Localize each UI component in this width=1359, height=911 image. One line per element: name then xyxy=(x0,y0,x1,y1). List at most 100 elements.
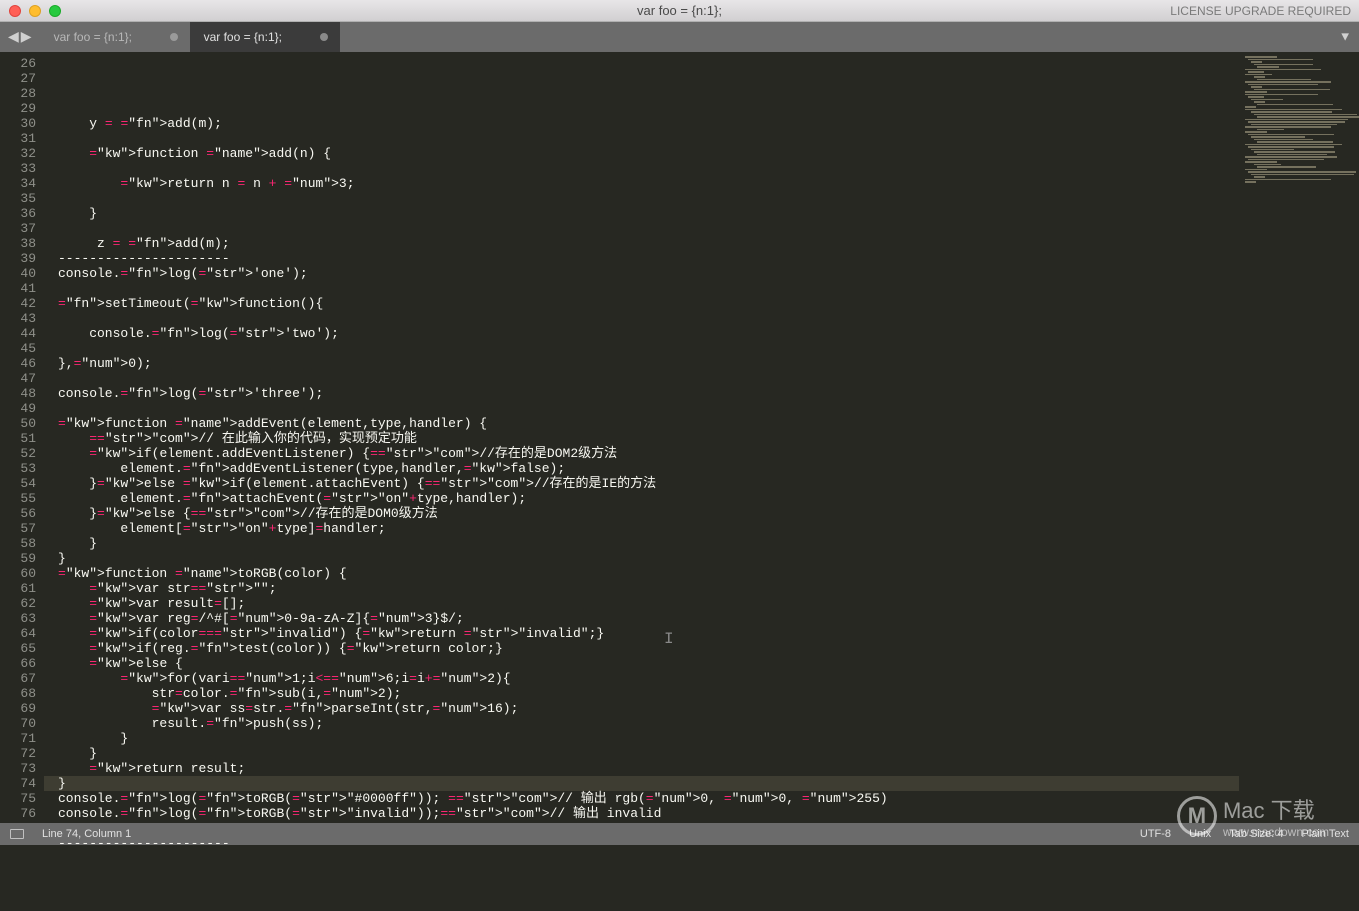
line-number: 34 xyxy=(0,176,36,191)
code-line: y = ="fn">add(m); xyxy=(58,116,1239,131)
code-line: } xyxy=(58,746,1239,761)
line-number: 31 xyxy=(0,131,36,146)
code-line xyxy=(58,221,1239,236)
line-number: 61 xyxy=(0,581,36,596)
code-line: console.="fn">log(="str">'two'); xyxy=(58,326,1239,341)
close-window-button[interactable] xyxy=(9,5,21,17)
tab-file-1[interactable]: var foo = {n:1}; xyxy=(40,22,190,52)
line-number: 69 xyxy=(0,701,36,716)
line-number: 44 xyxy=(0,326,36,341)
line-number: 28 xyxy=(0,86,36,101)
line-number: 47 xyxy=(0,371,36,386)
code-line: } xyxy=(58,731,1239,746)
code-line: }="kw">else ="kw">if(element.attachEvent… xyxy=(58,476,1239,491)
tab-file-2-active[interactable]: var foo = {n:1}; xyxy=(190,22,340,52)
line-number: 50 xyxy=(0,416,36,431)
line-number: 56 xyxy=(0,506,36,521)
code-line: ---------------------- xyxy=(58,836,1239,851)
code-line: ="kw">var ss=str.="fn">parseInt(str,="nu… xyxy=(58,701,1239,716)
line-number: 59 xyxy=(0,551,36,566)
license-notice[interactable]: LICENSE UPGRADE REQUIRED xyxy=(1170,4,1351,18)
code-line xyxy=(58,191,1239,206)
line-number: 26 xyxy=(0,56,36,71)
line-number: 27 xyxy=(0,71,36,86)
code-line: ="fn">setTimeout(="kw">function(){ xyxy=(58,296,1239,311)
code-line xyxy=(58,371,1239,386)
line-number: 49 xyxy=(0,401,36,416)
line-number: 45 xyxy=(0,341,36,356)
line-number: 30 xyxy=(0,116,36,131)
code-line xyxy=(58,851,1239,866)
code-line: ="kw">var str=="str">""; xyxy=(58,581,1239,596)
line-number: 38 xyxy=(0,236,36,251)
code-line xyxy=(58,401,1239,416)
code-line: } xyxy=(58,776,1239,791)
line-number: 70 xyxy=(0,716,36,731)
code-line: ="kw">return result; xyxy=(58,761,1239,776)
code-editor[interactable]: y = ="fn">add(m); ="kw">function ="name"… xyxy=(44,52,1239,823)
code-line: }="kw">else {=="str">"com">//存在的是DOM0级方法 xyxy=(58,506,1239,521)
tab-label: var foo = {n:1}; xyxy=(204,30,282,44)
minimize-window-button[interactable] xyxy=(29,5,41,17)
line-number: 62 xyxy=(0,596,36,611)
line-number: 41 xyxy=(0,281,36,296)
code-line xyxy=(58,161,1239,176)
code-line: ="kw">return n = n + ="num">3; xyxy=(58,176,1239,191)
line-number: 43 xyxy=(0,311,36,326)
window-titlebar: var foo = {n:1}; LICENSE UPGRADE REQUIRE… xyxy=(0,0,1359,22)
syntax-indicator[interactable]: Plain Text xyxy=(1302,828,1350,840)
tab-overflow-icon[interactable]: ▼ xyxy=(1341,30,1349,45)
code-line: console.="fn">log(="fn">toRGB(="str">"in… xyxy=(58,806,1239,821)
dirty-indicator-icon xyxy=(320,33,328,41)
line-number: 55 xyxy=(0,491,36,506)
code-line: ="kw">function ="name">addEvent(element,… xyxy=(58,416,1239,431)
code-line: ---------------------- xyxy=(58,251,1239,266)
line-number: 29 xyxy=(0,101,36,116)
maximize-window-button[interactable] xyxy=(49,5,61,17)
nav-back-icon[interactable]: ◀ xyxy=(8,29,19,46)
line-number: 36 xyxy=(0,206,36,221)
dirty-indicator-icon xyxy=(170,33,178,41)
line-number: 51 xyxy=(0,431,36,446)
line-number: 65 xyxy=(0,641,36,656)
line-number: 74 xyxy=(0,776,36,791)
code-line: ="kw">function ="name">add(n) { xyxy=(58,146,1239,161)
panel-toggle-icon[interactable] xyxy=(10,829,24,839)
code-line: =="str">"com">// 在此输入你的代码，实现预定功能 xyxy=(58,431,1239,446)
code-line: console.="fn">log(="str">'three'); xyxy=(58,386,1239,401)
minimap[interactable] xyxy=(1239,52,1359,823)
line-number: 63 xyxy=(0,611,36,626)
code-line: z = ="fn">add(m); xyxy=(58,236,1239,251)
code-line: ="kw">if(color==="str">"invalid") {="kw"… xyxy=(58,626,1239,641)
code-line: element[="str">"on"+type]=handler; xyxy=(58,521,1239,536)
tab-bar: ◀ ▶ var foo = {n:1}; var foo = {n:1}; ▼ xyxy=(0,22,1359,52)
code-line: } xyxy=(58,536,1239,551)
line-number: 60 xyxy=(0,566,36,581)
line-number: 64 xyxy=(0,626,36,641)
code-line xyxy=(58,131,1239,146)
line-number: 52 xyxy=(0,446,36,461)
editor-area: 2627282930313233343536373839404142434445… xyxy=(0,52,1359,823)
window-title: var foo = {n:1}; xyxy=(0,3,1359,18)
line-number: 42 xyxy=(0,296,36,311)
code-line: str=color.="fn">sub(i,="num">2); xyxy=(58,686,1239,701)
code-line xyxy=(58,281,1239,296)
code-line: result.="fn">push(ss); xyxy=(58,716,1239,731)
line-number: 67 xyxy=(0,671,36,686)
traffic-lights xyxy=(0,5,61,17)
code-line: ="kw">if(reg.="fn">test(color)) {="kw">r… xyxy=(58,641,1239,656)
nav-forward-icon[interactable]: ▶ xyxy=(21,29,32,46)
code-line: console.="fn">log(="str">'one'); xyxy=(58,266,1239,281)
line-number: 35 xyxy=(0,191,36,206)
code-line: ="kw">function ="name">toRGB(color) { xyxy=(58,566,1239,581)
line-number: 75 xyxy=(0,791,36,806)
line-number-gutter[interactable]: 2627282930313233343536373839404142434445… xyxy=(0,52,44,823)
line-number: 37 xyxy=(0,221,36,236)
line-number: 53 xyxy=(0,461,36,476)
code-line: element.="fn">addEventListener(type,hand… xyxy=(58,461,1239,476)
line-number: 71 xyxy=(0,731,36,746)
code-line xyxy=(58,821,1239,836)
line-number: 40 xyxy=(0,266,36,281)
code-line: ="kw">else { xyxy=(58,656,1239,671)
line-number: 48 xyxy=(0,386,36,401)
